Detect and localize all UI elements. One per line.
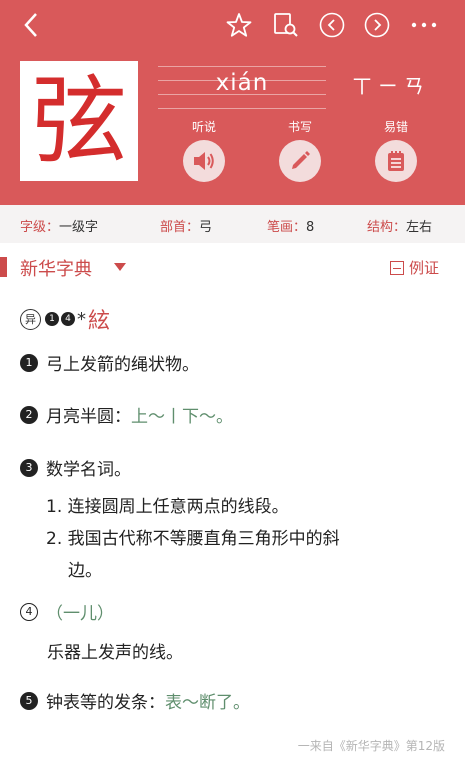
example-box-icon (390, 260, 404, 275)
dictionary-selector[interactable]: 新华字典 (20, 255, 92, 281)
example-button[interactable]: 例证 (390, 257, 439, 278)
definition-3-sub-2: 2. 我国古代称不等腰直角三角形中的斜 (46, 529, 340, 549)
structure-info: 结构：左右 (367, 220, 433, 235)
zhuyin: ㄒㄧㄢ (352, 74, 430, 98)
variant-character[interactable]: 絃 (88, 303, 110, 335)
book-search-button[interactable] (270, 10, 300, 40)
level-info: 字级：一级字 (20, 220, 99, 235)
definition-3: 3 数学名词。 (20, 455, 131, 480)
strokes-info: 笔画：8 (267, 220, 315, 235)
book-search-icon (274, 13, 298, 37)
star-icon (226, 13, 252, 37)
write-button[interactable] (279, 140, 321, 182)
definition-5: 5 钟表等的发条： 表～断了。 (20, 688, 250, 713)
top-toolbar (0, 0, 465, 50)
character-info-row: 字级：一级字 部首：弓 笔画：8 结构：左右 (0, 205, 465, 243)
definition-4-pronunciation: （一儿） (46, 604, 114, 624)
circle-chevron-right-icon (364, 12, 390, 38)
source-attribution: 一来自《新华字典》第12版 (297, 739, 445, 753)
notepad-icon (388, 151, 404, 171)
example-label: 例证 (409, 259, 440, 277)
definition-4-header: 4 （一儿） (20, 599, 114, 624)
listen-button[interactable] (183, 140, 225, 182)
definition-5-example: 表～断了。 (165, 693, 250, 713)
variant-star: * (77, 308, 86, 330)
radical-info: 部首：弓 (160, 220, 213, 235)
pinyin: xián (215, 70, 269, 96)
listen-label: 听说 (191, 120, 216, 134)
write-label: 书写 (287, 120, 312, 134)
favorite-button[interactable] (224, 10, 254, 40)
section-accent-bar (0, 257, 7, 277)
variant-line: 异 1 4 * 絃 (20, 303, 110, 335)
main-character: 弦 (31, 65, 127, 177)
circle-chevron-left-icon (319, 12, 345, 38)
definition-2: 2 月亮半圆： 上～丨下～。 (20, 402, 233, 427)
more-button[interactable] (409, 10, 439, 40)
definition-3-sub-1: 1. 连接圆周上任意两点的线段。 (46, 497, 289, 517)
previous-button[interactable] (317, 10, 347, 40)
definition-1: 1 弓上发箭的绳状物。 (20, 350, 199, 375)
dropdown-triangle-icon[interactable] (114, 263, 126, 271)
mistake-label: 易错 (383, 120, 408, 134)
write-action[interactable]: 书写 (270, 118, 330, 182)
speaker-icon (194, 152, 214, 170)
variant-num-2: 4 (61, 312, 75, 326)
definition-4-text: 乐器上发声的线。 (47, 643, 183, 663)
character-box: 弦 (20, 61, 138, 181)
variant-badge: 异 (20, 308, 41, 330)
mistake-button[interactable] (375, 140, 417, 182)
listen-action[interactable]: 听说 (174, 118, 234, 182)
definition-2-example: 上～丨下～。 (131, 407, 233, 427)
definition-3-sub-2-cont: 边。 (68, 561, 102, 581)
back-button[interactable] (14, 8, 48, 42)
pencil-icon (292, 151, 310, 169)
character-header: 弦 xián ㄒㄧㄢ 听说 书写 易错 (0, 0, 465, 205)
more-dots-icon (411, 22, 437, 28)
mistake-action[interactable]: 易错 (366, 118, 426, 182)
variant-num-1: 1 (45, 312, 59, 326)
next-button[interactable] (362, 10, 392, 40)
chevron-left-icon (24, 13, 37, 37)
